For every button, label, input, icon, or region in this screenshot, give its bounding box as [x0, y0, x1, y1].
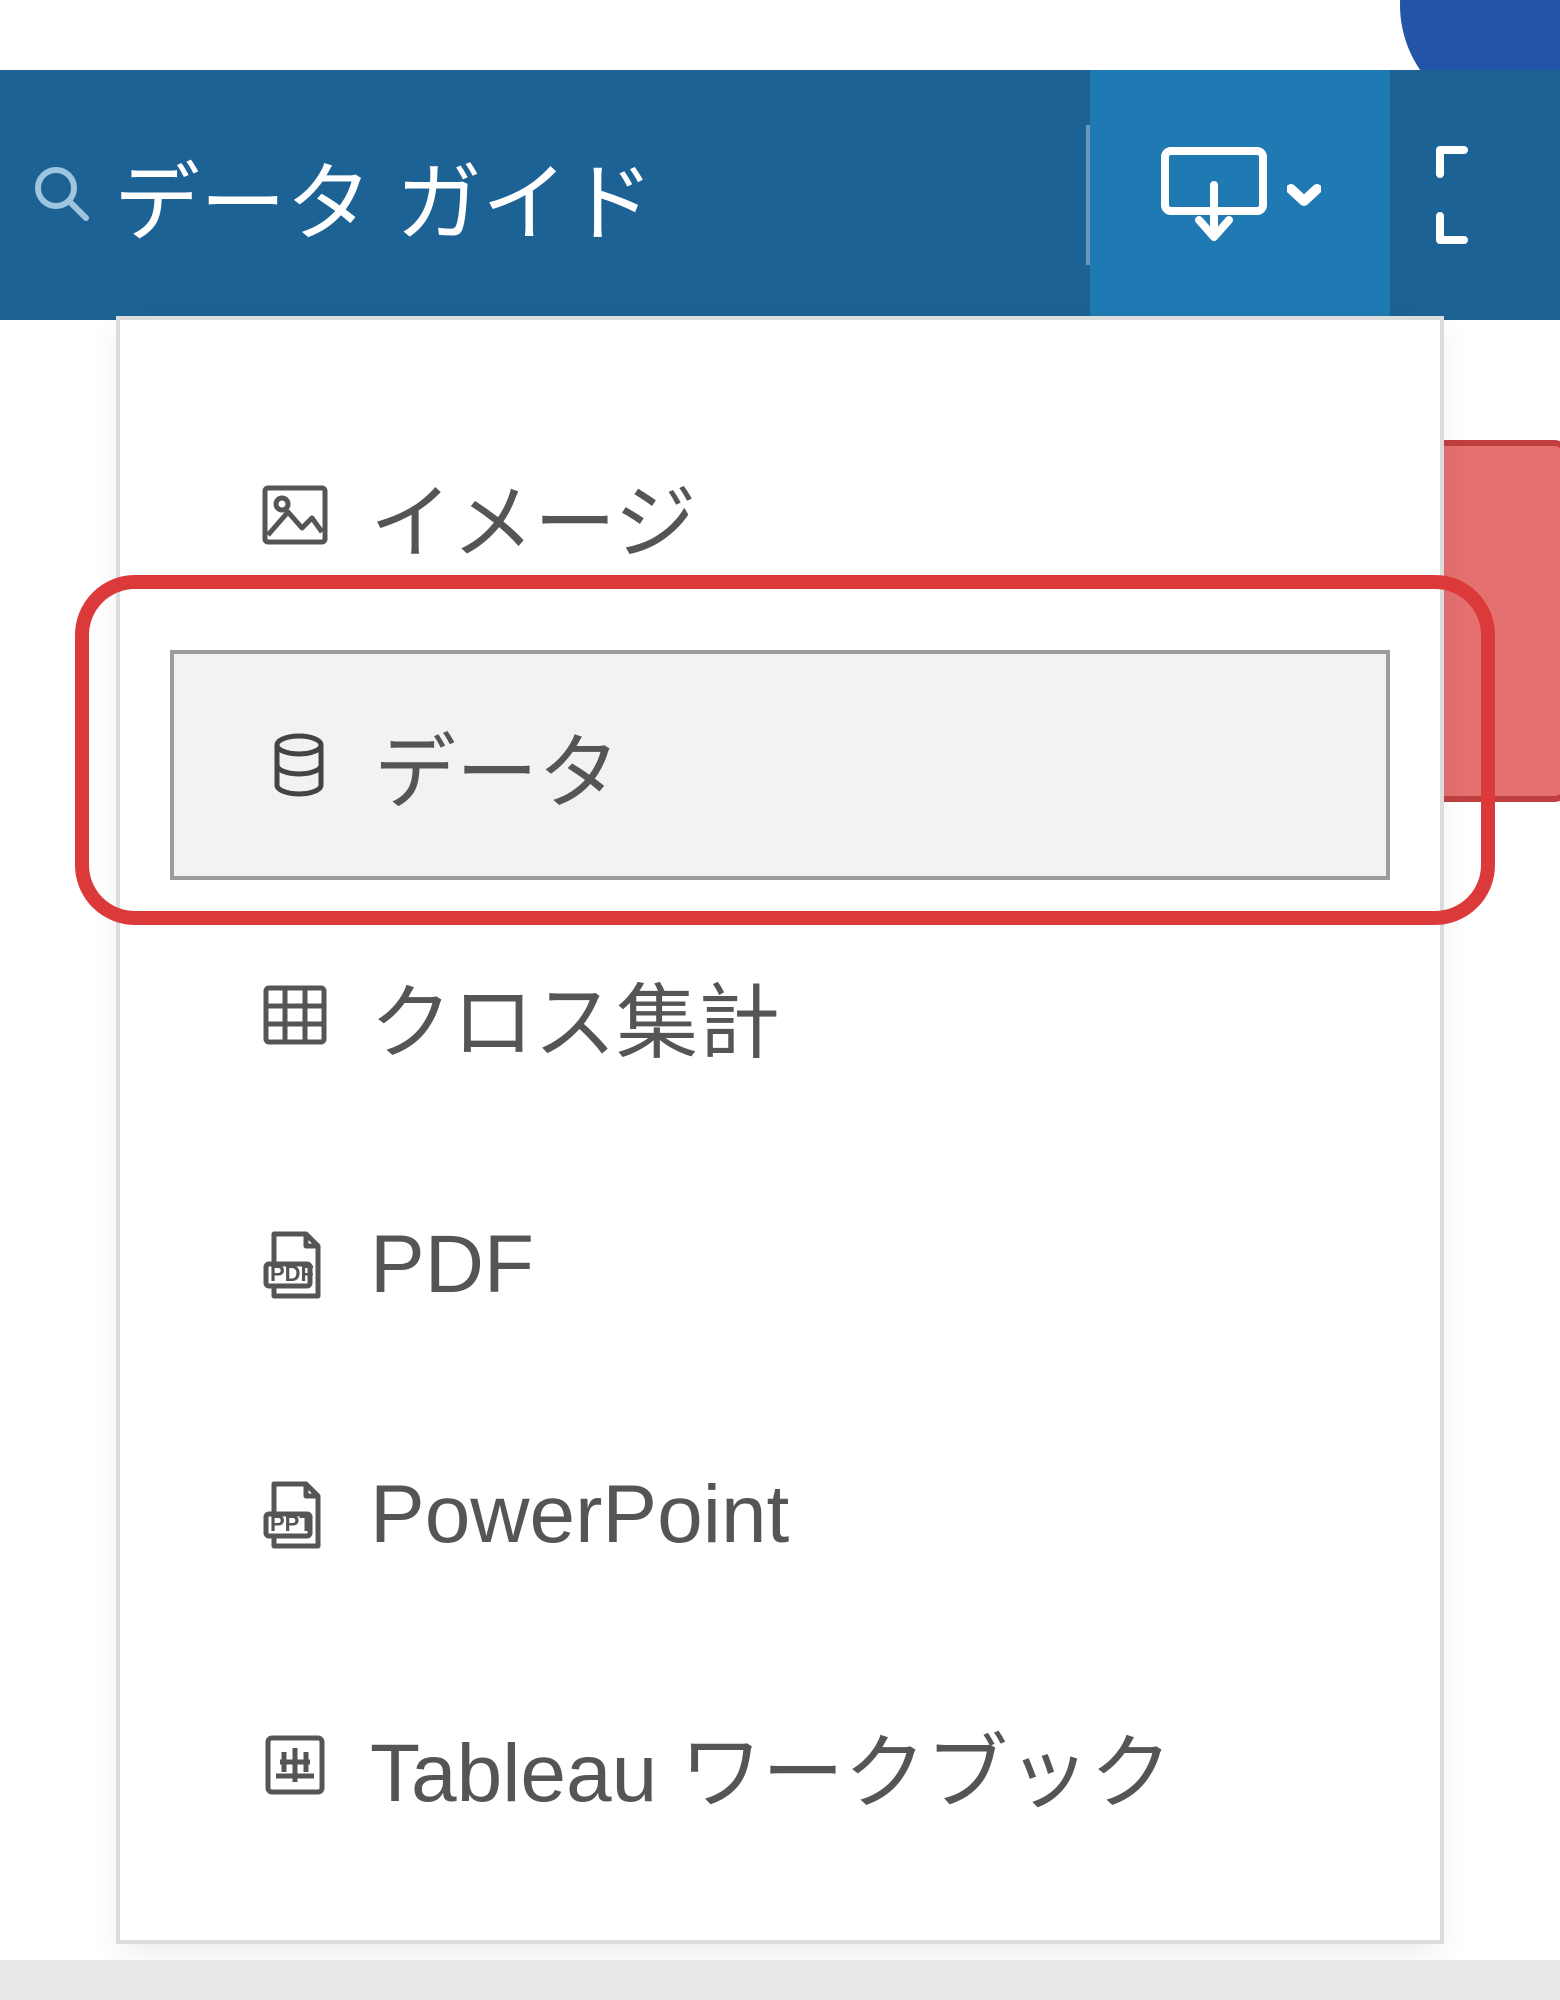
svg-text:PDF: PDF [270, 1261, 314, 1286]
download-button[interactable] [1090, 70, 1390, 320]
data-guide-button[interactable]: データ ガイド [0, 70, 694, 320]
menu-item-crosstab[interactable]: クロス集計 [170, 900, 1390, 1130]
download-icon [1159, 145, 1269, 245]
menu-item-powerpoint[interactable]: PPT PowerPoint [170, 1400, 1390, 1630]
data-guide-label: データ ガイド [114, 133, 654, 258]
fullscreen-button[interactable] [1390, 70, 1560, 320]
crosstab-icon [260, 980, 330, 1050]
menu-item-label: Tableau ワークブック [370, 1706, 1172, 1825]
magnifier-icon [30, 162, 90, 222]
download-menu: イメージ データ クロス集計 PDF PDF [120, 320, 1440, 1940]
menu-item-pdf[interactable]: PDF PDF [170, 1150, 1390, 1380]
pdf-icon: PDF [260, 1230, 330, 1300]
menu-item-label: クロス集計 [370, 956, 780, 1075]
menu-item-label: PowerPoint [370, 1468, 789, 1562]
caret-down-icon [1287, 183, 1321, 207]
workbook-icon [260, 1730, 330, 1800]
fullscreen-icon [1430, 140, 1540, 250]
canvas-edge [0, 1960, 1560, 2000]
powerpoint-icon: PPT [260, 1480, 330, 1550]
toolbar-spacer [694, 70, 1086, 320]
menu-item-label: データ [374, 706, 620, 825]
menu-item-image[interactable]: イメージ [170, 400, 1390, 630]
menu-item-label: PDF [370, 1218, 534, 1312]
menu-item-workbook[interactable]: Tableau ワークブック [170, 1650, 1390, 1880]
toolbar: データ ガイド [0, 70, 1560, 320]
menu-item-label: イメージ [370, 456, 696, 575]
image-icon [260, 480, 330, 550]
menu-item-data[interactable]: データ [170, 650, 1390, 880]
svg-text:PPT: PPT [270, 1511, 313, 1536]
database-icon [264, 730, 334, 800]
